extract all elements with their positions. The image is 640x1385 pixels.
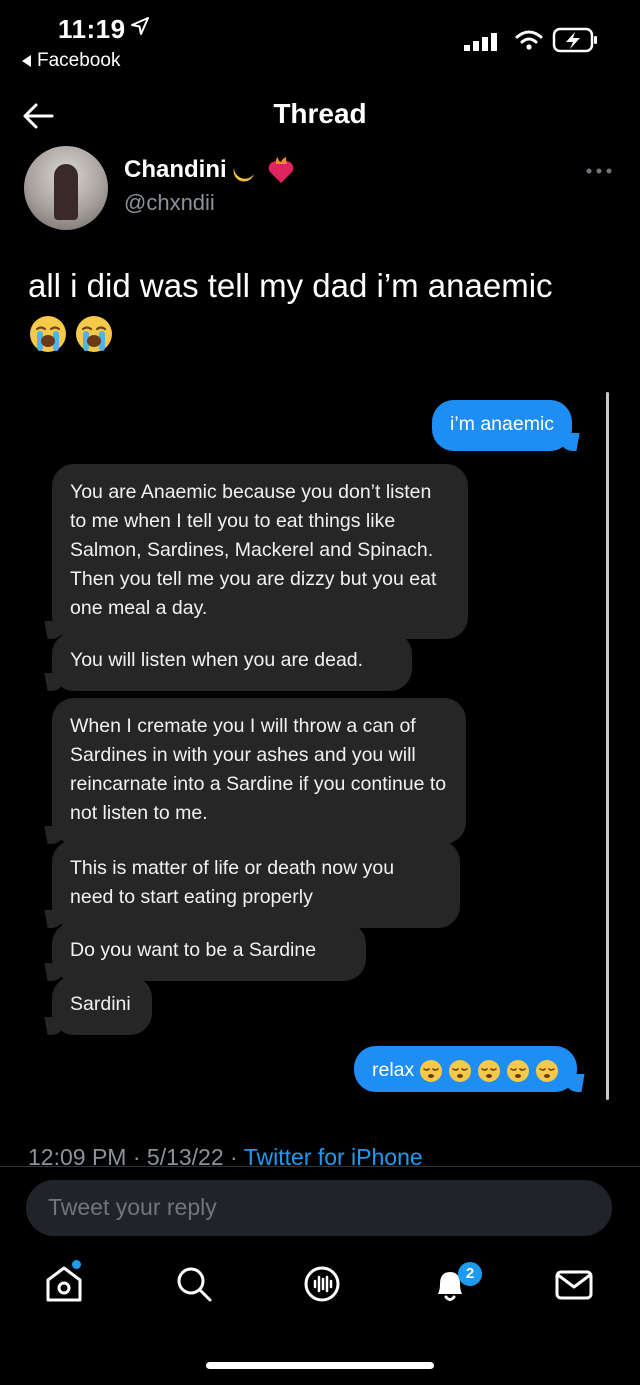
- message-incoming: You are Anaemic because you don’t listen…: [52, 464, 468, 639]
- crescent-moon-icon: [233, 168, 254, 182]
- back-to-app-link[interactable]: Facebook: [22, 50, 120, 72]
- divider: [0, 1166, 640, 1167]
- spaces-icon[interactable]: [300, 1262, 344, 1306]
- avatar[interactable]: [24, 146, 108, 230]
- tweet-emoji-row: [28, 314, 120, 354]
- sleeping-face-icon: [420, 1059, 443, 1082]
- home-icon[interactable]: [42, 1262, 86, 1306]
- battery-charging-icon: [552, 27, 597, 53]
- tweet-text: all i did was tell my dad i’m anaemic: [28, 267, 553, 304]
- author-handle[interactable]: @chxndii: [124, 190, 215, 216]
- message-incoming: This is matter of life or death now you …: [52, 840, 460, 928]
- author-display-name[interactable]: Chandini: [124, 156, 227, 184]
- cellular-signal-icon: [464, 33, 497, 51]
- message-incoming: You will listen when you are dead.: [52, 632, 412, 691]
- message-outgoing-text: relax: [372, 1059, 415, 1081]
- more-options-icon[interactable]: [584, 166, 614, 176]
- home-indicator[interactable]: [206, 1362, 434, 1369]
- messages-mail-icon[interactable]: [552, 1262, 596, 1306]
- heart-on-fire-icon: [268, 157, 294, 183]
- message-incoming: Sardini: [52, 976, 152, 1035]
- sleeping-face-icon: [536, 1059, 559, 1082]
- reply-input[interactable]: Tweet your reply: [26, 1180, 612, 1236]
- status-time: 11:19: [58, 14, 126, 44]
- location-arrow-icon: [131, 17, 149, 35]
- notifications-badge: 2: [458, 1262, 482, 1286]
- avatar-figure: [54, 164, 78, 220]
- message-outgoing: i’m anaemic: [432, 400, 573, 451]
- message-incoming: When I cremate you I will throw a can of…: [52, 698, 466, 844]
- home-notification-dot: [72, 1260, 81, 1269]
- message-incoming: Do you want to be a Sardine: [52, 922, 366, 981]
- loudly-crying-face-icon: [30, 316, 66, 352]
- search-icon[interactable]: [172, 1262, 216, 1306]
- sleeping-face-icon: [449, 1059, 472, 1082]
- wifi-icon: [515, 30, 543, 50]
- image-edge-line: [606, 392, 609, 1100]
- page-title: Thread: [273, 98, 367, 129]
- back-triangle-icon: [22, 54, 31, 67]
- relax-emoji-group: [414, 1059, 559, 1082]
- sleeping-face-icon: [507, 1059, 530, 1082]
- sleeping-face-icon: [478, 1059, 501, 1082]
- reply-placeholder: Tweet your reply: [48, 1194, 217, 1220]
- back-app-label: Facebook: [37, 50, 121, 71]
- message-outgoing-relax: relax: [354, 1046, 578, 1092]
- loudly-crying-face-icon: [76, 316, 112, 352]
